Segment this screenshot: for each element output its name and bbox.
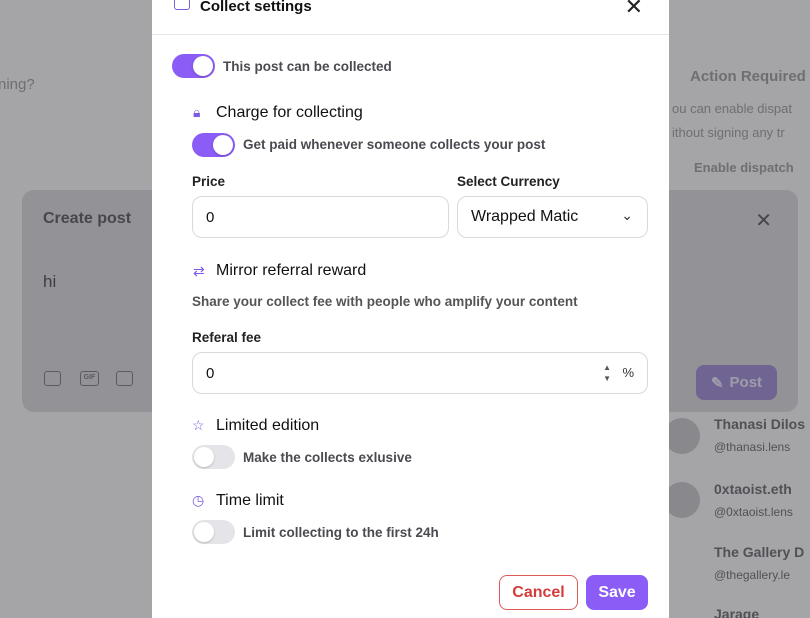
mirror-icon: ⇄ <box>193 263 205 279</box>
referral-fee-value: 0 <box>206 364 215 382</box>
collectable-label: This post can be collected <box>223 59 392 74</box>
mirror-description: Share your collect fee with people who a… <box>192 294 578 309</box>
collect-settings-modal: Collect settings ✕ This post can be coll… <box>152 0 669 618</box>
limited-toggle[interactable] <box>192 445 235 469</box>
currency-select[interactable]: Wrapped Matic ⌄ <box>457 196 648 238</box>
modal-title: Collect settings <box>200 0 312 15</box>
referral-fee-label: Referal fee <box>192 330 262 345</box>
mirror-section-title: Mirror referral reward <box>216 262 367 279</box>
referral-fee-input[interactable]: 0 ▲ ▼ % <box>192 352 648 394</box>
limited-section-title: Limited edition <box>216 417 320 434</box>
star-icon: ☆ <box>192 417 205 433</box>
time-limit-toggle-label: Limit collecting to the first 24h <box>243 525 439 540</box>
toggle-knob <box>194 447 214 467</box>
toggle-knob <box>194 522 214 542</box>
price-input[interactable]: 0 <box>192 196 449 238</box>
charge-toggle-label: Get paid whenever someone collects your … <box>243 137 546 152</box>
currency-label: Select Currency <box>457 174 560 189</box>
charge-section-title: Charge for collecting <box>216 104 363 121</box>
save-button[interactable]: Save <box>586 575 648 610</box>
time-section-title: Time limit <box>216 492 284 509</box>
collect-icon <box>174 0 190 10</box>
time-limit-toggle[interactable] <box>192 520 235 544</box>
percent-unit: % <box>622 365 634 380</box>
close-icon[interactable]: ✕ <box>625 0 643 20</box>
chevron-down-icon: ⌄ <box>621 207 633 223</box>
collectable-toggle[interactable] <box>172 54 215 78</box>
toggle-knob <box>213 135 233 155</box>
price-label: Price <box>192 174 226 189</box>
limited-toggle-label: Make the collects exlusive <box>243 450 412 465</box>
number-spinner[interactable]: ▲ ▼ <box>603 362 611 384</box>
toggle-knob <box>193 56 213 76</box>
charge-toggle[interactable] <box>192 133 235 157</box>
currency-value: Wrapped Matic <box>471 208 579 225</box>
cancel-button[interactable]: Cancel <box>499 575 578 610</box>
modal-header: Collect settings ✕ <box>152 0 669 35</box>
clock-icon: ◷ <box>192 492 205 508</box>
lock-icon: 🔒︎ <box>193 104 201 120</box>
